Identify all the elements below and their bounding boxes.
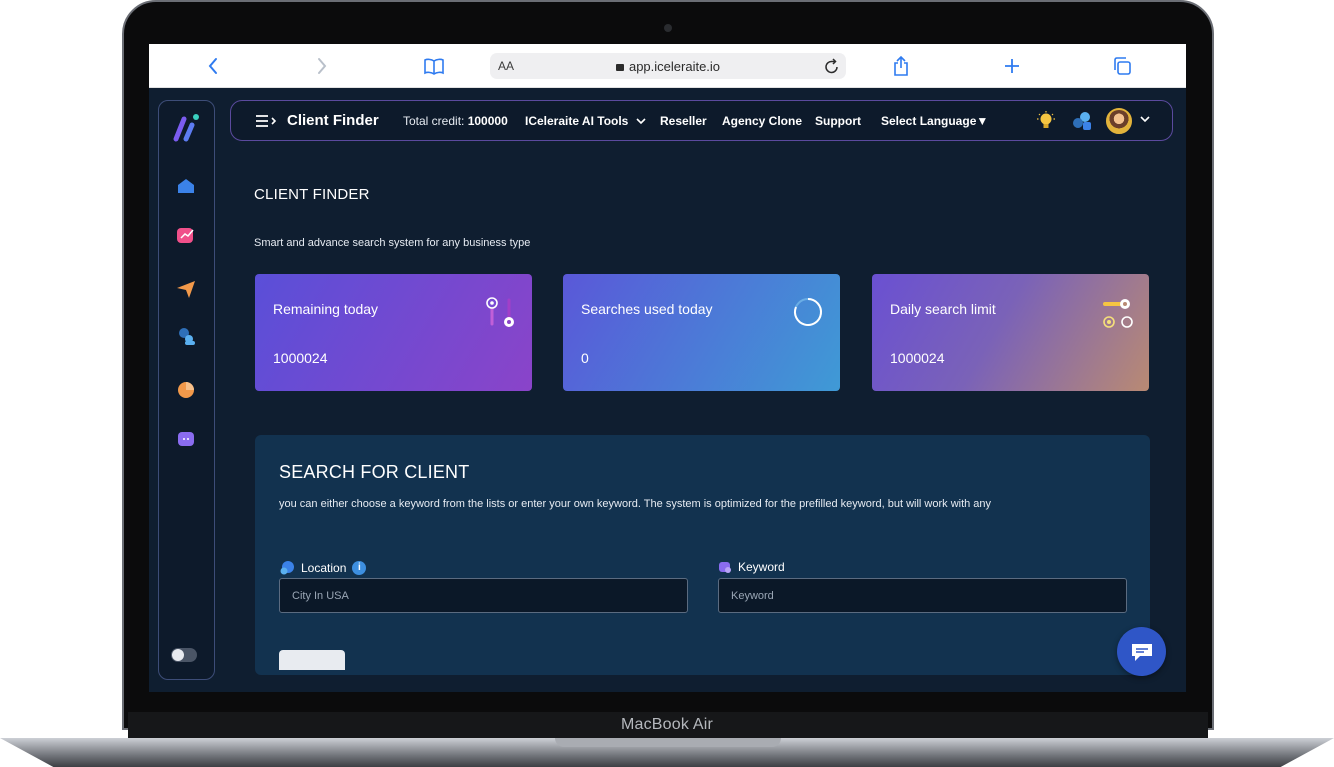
reseller-link[interactable]: Reseller xyxy=(660,114,707,128)
stat-label: Daily search limit xyxy=(890,301,996,317)
url-text: app.iceleraite.io xyxy=(628,59,721,74)
chat-widget-button[interactable] xyxy=(1117,627,1166,676)
location-input[interactable] xyxy=(279,578,688,613)
location-label: Location i xyxy=(279,560,367,576)
screen: AA app.iceleraite.io Client Finder Total… xyxy=(149,44,1186,692)
app-sidebar xyxy=(158,100,215,680)
chat-bubble-icon xyxy=(1131,643,1152,661)
info-icon[interactable]: i xyxy=(352,561,367,575)
lightbulb-icon[interactable] xyxy=(1037,111,1055,131)
app-logo-icon[interactable] xyxy=(171,111,203,143)
support-link[interactable]: Support xyxy=(815,114,861,128)
ai-tools-label: ICeleraite AI Tools xyxy=(525,114,629,128)
share-icon xyxy=(894,55,908,76)
plus-icon xyxy=(1005,59,1019,73)
stat-label: Remaining today xyxy=(273,301,379,317)
avatar[interactable] xyxy=(1106,108,1132,134)
reload-icon[interactable] xyxy=(824,57,840,75)
search-button[interactable] xyxy=(279,650,345,670)
send-icon[interactable] xyxy=(175,278,197,300)
progress-ring-icon xyxy=(794,298,822,326)
credit-value: 100000 xyxy=(467,114,508,128)
share-button[interactable] xyxy=(889,54,913,78)
address-bar[interactable]: AA app.iceleraite.io xyxy=(490,53,846,79)
stat-card-searches-used: Searches used today 0 xyxy=(563,274,840,391)
chevron-left-icon xyxy=(208,58,217,74)
stat-card-remaining: Remaining today 1000024 xyxy=(255,274,532,391)
book-icon xyxy=(424,58,444,75)
webcam xyxy=(664,24,672,32)
top-nav: Client Finder Total credit: 100000 ICele… xyxy=(230,100,1173,141)
panel-title: SEARCH FOR CLIENT xyxy=(279,462,470,482)
menu-icon[interactable] xyxy=(255,114,279,128)
tabs-icon xyxy=(1114,57,1131,75)
page-title: CLIENT FINDER xyxy=(254,186,370,203)
language-select[interactable]: Select Language▼ xyxy=(881,114,988,128)
tabs-button[interactable] xyxy=(1110,54,1134,78)
language-label: Select Language xyxy=(881,114,977,128)
device-label: MacBook Air xyxy=(620,716,713,733)
forward-button[interactable] xyxy=(310,54,334,78)
keyword-label: Keyword xyxy=(718,560,785,574)
analytics-icon[interactable] xyxy=(175,224,197,246)
caret-down-icon: ▼ xyxy=(976,114,989,128)
chart-pie-icon[interactable] xyxy=(175,378,197,400)
location-label-text: Location xyxy=(301,561,347,575)
new-tab-button[interactable] xyxy=(1000,54,1024,78)
chevron-down-icon xyxy=(636,118,646,125)
chat-icon[interactable] xyxy=(175,428,197,450)
bookmarks-button[interactable] xyxy=(422,54,446,78)
stat-value: 1000024 xyxy=(273,350,328,366)
agency-clone-link[interactable]: Agency Clone xyxy=(722,114,802,128)
stat-value: 1000024 xyxy=(890,350,945,366)
stat-value: 0 xyxy=(581,350,589,366)
credit-label: Total credit: xyxy=(403,114,465,128)
keyword-label-text: Keyword xyxy=(738,560,785,574)
total-credit: Total credit: 100000 xyxy=(403,114,508,128)
stat-label: Searches used today xyxy=(581,301,713,317)
apps-icon[interactable] xyxy=(1071,111,1093,131)
location-icon xyxy=(280,561,294,575)
back-button[interactable] xyxy=(201,54,225,78)
keyword-icon xyxy=(719,562,731,573)
keyword-input[interactable] xyxy=(718,578,1127,613)
page-subtitle: Smart and advance search system for any … xyxy=(254,237,531,249)
stat-card-daily-limit: Daily search limit 1000024 xyxy=(872,274,1149,391)
users-icon[interactable] xyxy=(175,325,197,347)
lock-icon xyxy=(615,64,624,71)
browser-toolbar: AA app.iceleraite.io xyxy=(149,44,1186,88)
chevron-right-icon xyxy=(318,58,327,74)
theme-toggle[interactable] xyxy=(171,648,197,662)
chevron-down-icon[interactable] xyxy=(1140,115,1150,123)
toggles-icon xyxy=(1103,299,1133,328)
laptop-notch xyxy=(555,738,781,747)
panel-description: you can either choose a keyword from the… xyxy=(279,498,992,510)
nav-title: Client Finder xyxy=(287,112,379,129)
ai-tools-menu[interactable]: ICeleraite AI Tools xyxy=(525,114,646,128)
home-icon[interactable] xyxy=(175,175,197,197)
search-panel: SEARCH FOR CLIENT you can either choose … xyxy=(255,435,1150,675)
slider-icon xyxy=(486,297,514,327)
